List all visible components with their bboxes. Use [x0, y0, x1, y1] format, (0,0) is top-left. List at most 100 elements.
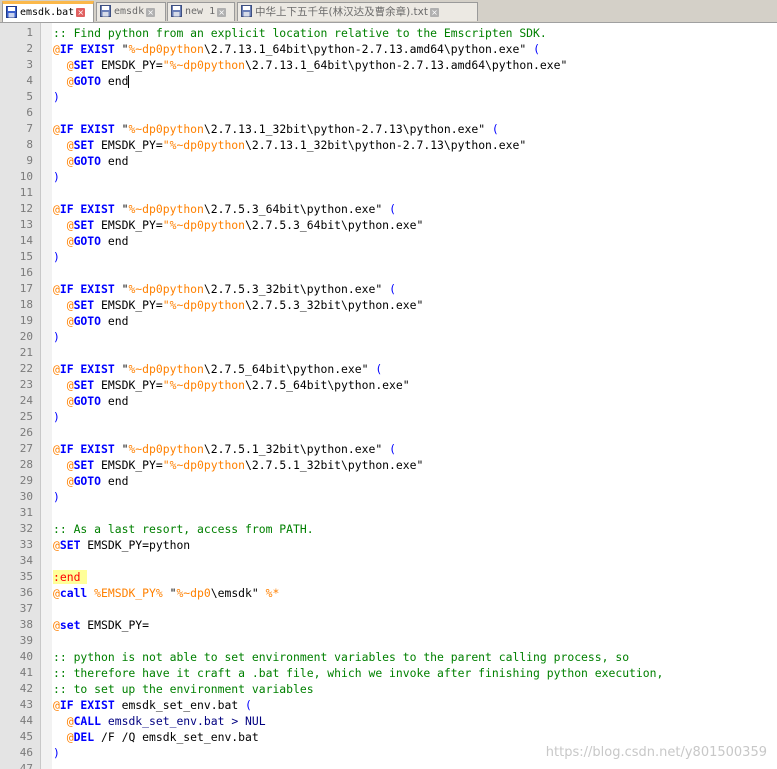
- code-line[interactable]: 34: [20, 553, 777, 569]
- code-line[interactable]: 7 @IF EXIST "%~dp0python\2.7.13.1_32bit\p…: [26, 121, 777, 137]
- save-disk-icon: [100, 5, 111, 17]
- code-editor[interactable]: 1:: Find python from an explicit locatio…: [0, 23, 777, 769]
- code-token: ): [53, 490, 60, 504]
- code-line[interactable]: 1:: Find python from an explicit locatio…: [26, 25, 777, 41]
- code-line[interactable]: 37: [20, 601, 777, 617]
- code-line[interactable]: 42:: to set up the environment variables: [20, 681, 777, 697]
- code-token: ): [53, 746, 60, 760]
- tab-emsdk-bat[interactable]: emsdk.bat ×: [2, 1, 94, 22]
- line-number: 9: [26, 154, 33, 167]
- code-line[interactable]: 35:end: [20, 569, 777, 585]
- code-token: %~dp0python: [128, 362, 204, 376]
- code-token: ): [53, 410, 60, 424]
- code-token: @: [53, 586, 60, 600]
- line-number: 25: [19, 410, 33, 423]
- code-line[interactable]: 3 @SET EMSDK_PY="%~dp0python\2.7.13.1_64…: [26, 57, 777, 73]
- code-line[interactable]: 25): [20, 409, 777, 425]
- line-number: 35: [19, 570, 33, 583]
- code-token: IF EXIST: [59, 282, 115, 296]
- code-line[interactable]: 19 @GOTO end: [20, 313, 777, 329]
- code-token: \2.7.5.3_32bit\python.exe": [203, 282, 390, 296]
- code-line[interactable]: 2 @IF EXIST "%~dp0python\2.7.13.1_64bit\p…: [26, 41, 777, 57]
- code-token: end: [101, 474, 129, 488]
- code-line[interactable]: 5): [26, 89, 777, 105]
- code-line[interactable]: 33 @SET EMSDK_PY=python: [20, 537, 777, 553]
- code-line[interactable]: 21: [20, 345, 777, 361]
- code-line[interactable]: 11: [20, 185, 777, 201]
- code-line[interactable]: 10): [20, 169, 777, 185]
- code-line[interactable]: 23 @SET EMSDK_PY="%~dp0python\2.7.5_64bi…: [20, 377, 777, 393]
- code-token: GOTO: [73, 314, 102, 328]
- code-token: EMSDK_PY=: [94, 218, 163, 232]
- line-number: 30: [19, 490, 33, 503]
- code-line[interactable]: 32:: As a last resort, access from PATH.: [20, 521, 777, 537]
- code-line[interactable]: 24 @GOTO end: [20, 393, 777, 409]
- code-line[interactable]: 12 @IF EXIST "%~dp0python\2.7.5.3_64bit\p…: [20, 201, 777, 217]
- close-icon[interactable]: ×: [429, 7, 439, 17]
- line-number: 10: [19, 170, 33, 183]
- tab-label: emsdk.bat: [20, 7, 75, 18]
- line-number: 39: [19, 634, 33, 647]
- code-line[interactable]: 18 @SET EMSDK_PY="%~dp0python\2.7.5.3_32…: [20, 297, 777, 313]
- code-token: @: [66, 714, 74, 728]
- line-number: 26: [19, 426, 33, 439]
- code-line[interactable]: 15): [20, 249, 777, 265]
- code-line[interactable]: 14 @GOTO end: [20, 233, 777, 249]
- code-line[interactable]: 4 @GOTO end: [26, 73, 777, 89]
- code-token: @: [53, 42, 60, 56]
- code-line[interactable]: 41:: therefore have it craft a .bat file…: [20, 665, 777, 681]
- code-token: :: to set up the environment variables: [53, 682, 314, 696]
- code-token: SET: [73, 138, 95, 152]
- code-line[interactable]: 28 @SET EMSDK_PY="%~dp0python\2.7.5.1_32…: [20, 457, 777, 473]
- code-token: GOTO: [73, 154, 102, 168]
- code-line[interactable]: 38 @set EMSDK_PY=: [20, 617, 777, 633]
- line-number: 47: [19, 762, 33, 769]
- code-line[interactable]: 13 @SET EMSDK_PY="%~dp0python\2.7.5.3_64…: [20, 217, 777, 233]
- tab-emsdk[interactable]: emsdk ×: [96, 2, 166, 21]
- code-line[interactable]: 27 @IF EXIST "%~dp0python\2.7.5.1_32bit\p…: [20, 441, 777, 457]
- tab-new-1[interactable]: new 1 ×: [167, 2, 235, 21]
- code-token: ": [162, 586, 177, 600]
- code-token: \2.7.5.1_32bit\python.exe": [203, 442, 390, 456]
- code-area[interactable]: 1:: Find python from an explicit locatio…: [20, 25, 777, 769]
- line-number: 37: [19, 602, 33, 615]
- code-line[interactable]: 47: [20, 761, 777, 769]
- code-token: ): [53, 330, 60, 344]
- line-number: 33: [19, 538, 33, 551]
- code-line[interactable]: 45 @DEL /F /Q emsdk_set_env.bat: [20, 729, 777, 745]
- code-line[interactable]: 29 @GOTO end: [20, 473, 777, 489]
- code-line[interactable]: 8 @SET EMSDK_PY="%~dp0python\2.7.13.1_32…: [26, 137, 777, 153]
- close-icon[interactable]: ×: [76, 8, 86, 17]
- code-token: \2.7.5_64bit\python.exe": [245, 378, 410, 392]
- code-line[interactable]: 20): [20, 329, 777, 345]
- close-icon[interactable]: ×: [146, 7, 156, 17]
- code-token: IF EXIST: [59, 362, 115, 376]
- code-line[interactable]: 30): [20, 489, 777, 505]
- code-token: EMSDK_PY=: [94, 378, 163, 392]
- line-number: 31: [19, 506, 33, 519]
- code-token: (: [389, 282, 396, 296]
- code-line[interactable]: 9 @GOTO end: [26, 153, 777, 169]
- code-line[interactable]: 6: [26, 105, 777, 121]
- code-line[interactable]: 26: [20, 425, 777, 441]
- line-number: 29: [19, 474, 33, 487]
- line-number: 11: [19, 186, 33, 199]
- code-line[interactable]: 17 @IF EXIST "%~dp0python\2.7.5.3_32bit\p…: [20, 281, 777, 297]
- code-line[interactable]: 39: [20, 633, 777, 649]
- code-line[interactable]: 44 @CALL emsdk_set_env.bat > NUL: [20, 713, 777, 729]
- code-line[interactable]: 36 @call %EMSDK_PY% "%~dp0\emsdk" %*: [20, 585, 777, 601]
- line-number: 4: [26, 74, 33, 87]
- tab-chinese-history-txt[interactable]: 中华上下五千年(林汉达及曹余章).txt ×: [237, 2, 478, 21]
- code-token: :: Find python from an explicit location…: [53, 26, 547, 40]
- code-line[interactable]: 31: [20, 505, 777, 521]
- close-icon[interactable]: ×: [217, 7, 227, 17]
- fold-margin[interactable]: [41, 23, 52, 769]
- code-line[interactable]: 22 @IF EXIST "%~dp0python\2.7.5_64bit\pyt…: [20, 361, 777, 377]
- code-line[interactable]: 16: [20, 265, 777, 281]
- code-token: (: [533, 42, 540, 56]
- code-token: SET: [73, 218, 95, 232]
- code-token: @: [53, 122, 60, 136]
- code-line[interactable]: 40:: python is not able to set environme…: [20, 649, 777, 665]
- code-line[interactable]: 43 @IF EXIST emsdk_set_env.bat (: [20, 697, 777, 713]
